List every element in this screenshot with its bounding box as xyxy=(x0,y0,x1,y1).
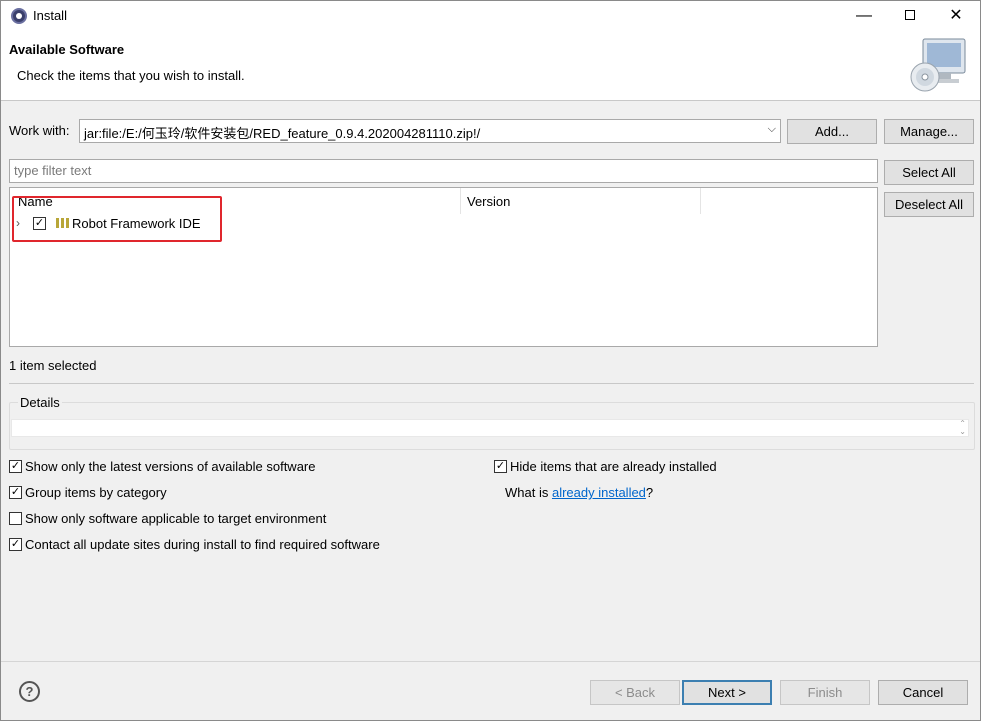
back-button[interactable]: < Back xyxy=(590,680,680,705)
finish-button[interactable]: Finish xyxy=(780,680,870,705)
cancel-button[interactable]: Cancel xyxy=(878,680,968,705)
row-name: Robot Framework IDE xyxy=(72,216,201,231)
already-installed-link[interactable]: already installed xyxy=(552,485,646,500)
checkbox-group-by-category[interactable]: ✓ xyxy=(9,486,22,499)
details-label: Details xyxy=(18,395,62,410)
title-bar: Install — ✕ xyxy=(1,1,980,31)
software-table[interactable]: Name Version › ✓ Robot Framework IDE xyxy=(9,187,878,347)
scroll-arrows-icon[interactable]: ⌃ ⌄ xyxy=(959,420,966,436)
checkbox-hide-installed[interactable]: ✓ xyxy=(494,460,507,473)
install-wizard-icon xyxy=(910,38,966,92)
chevron-down-icon[interactable]: ⌵ xyxy=(768,123,776,136)
maximize-button[interactable] xyxy=(887,1,933,31)
checkbox-applicable-only[interactable] xyxy=(9,512,22,525)
select-all-button[interactable]: Select All xyxy=(884,160,974,185)
column-header-name[interactable]: Name xyxy=(18,194,53,209)
eclipse-icon xyxy=(11,8,27,24)
page-title: Available Software xyxy=(9,42,125,57)
add-site-button[interactable]: Add... xyxy=(787,119,877,144)
column-divider[interactable] xyxy=(460,188,461,214)
deselect-all-button[interactable]: Deselect All xyxy=(884,192,974,217)
work-with-value: jar:file:/E:/何玉玲/软件安装包/RED_feature_0.9.4… xyxy=(84,126,481,141)
page-description: Check the items that you wish to install… xyxy=(17,68,245,83)
footer-divider xyxy=(1,661,980,662)
what-is-installed: What is already installed? xyxy=(505,485,654,500)
details-text[interactable]: ⌃ ⌄ xyxy=(11,419,969,437)
checkbox-latest-versions[interactable]: ✓ xyxy=(9,460,22,473)
filter-input[interactable]: type filter text xyxy=(9,159,878,183)
window-title: Install xyxy=(33,8,67,23)
row-checkbox[interactable]: ✓ xyxy=(33,217,46,230)
column-divider[interactable] xyxy=(700,188,701,214)
header-banner: Available Software Check the items that … xyxy=(1,31,980,101)
install-dialog: Install — ✕ Available Software Check the… xyxy=(0,0,981,721)
work-with-label: Work with: xyxy=(9,123,70,138)
help-icon[interactable]: ? xyxy=(19,681,40,702)
selection-status: 1 item selected xyxy=(9,358,97,373)
checkbox-contact-sites[interactable]: ✓ xyxy=(9,538,22,551)
manage-sites-button[interactable]: Manage... xyxy=(884,119,974,144)
next-button[interactable]: Next > xyxy=(682,680,772,705)
table-row[interactable]: › ✓ Robot Framework IDE xyxy=(16,216,216,234)
chevron-right-icon[interactable]: › xyxy=(16,216,20,230)
column-header-version[interactable]: Version xyxy=(467,194,510,209)
minimize-button[interactable]: — xyxy=(841,1,887,31)
divider xyxy=(9,383,974,384)
feature-icon xyxy=(56,218,70,228)
maximize-icon xyxy=(905,10,915,20)
work-with-combo[interactable]: jar:file:/E:/何玉玲/软件安装包/RED_feature_0.9.4… xyxy=(79,119,781,143)
close-button[interactable]: ✕ xyxy=(933,1,979,31)
